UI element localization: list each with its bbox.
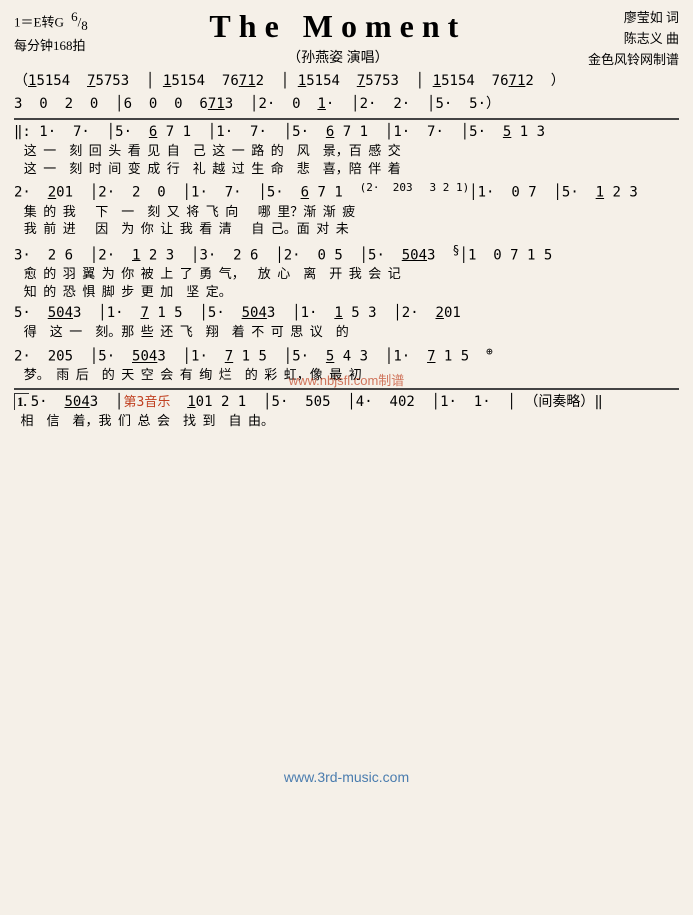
header-section: 1＝E转G 6/8 每分钟168拍 The Moment （孙燕姿 演唱） 廖莹… bbox=[14, 8, 679, 70]
intro-notes: （15154 75753 │ 15154 76712 │ 15154 75753… bbox=[14, 72, 679, 91]
section4-block: 5· 5043 │1· 7 1 5 │5· 5043 │1· 1 5 3 │2·… bbox=[14, 304, 679, 340]
s2-notes: 2· 201 │2· 2 0 │1· 7· │5· 6 7 1 (2· 203 … bbox=[14, 181, 679, 203]
s1-lyrics2: 这 一 刻 时 间 变 成 行 礼 越 过 生 命 悲 喜，陪 伴 着 bbox=[14, 160, 679, 178]
key-time: 1＝E转G 6/8 bbox=[14, 8, 88, 35]
song-title: The Moment bbox=[88, 8, 588, 45]
s3-notes: 3· 2 6 │2· 1 2 3 │3· 2 6 │2· 0 5 │5· 504… bbox=[14, 242, 679, 266]
line2-notes: 3 0 2 0 │6 0 0 6713 │2· 0 1· │2· 2· │5· … bbox=[14, 95, 679, 114]
s3-lyrics2: 知 的 恐 惧 脚 步 更 加 坚 定。 bbox=[14, 283, 679, 301]
s2-lyrics2: 我 前 进 因 为 你 让 我 看 清 自 己。面 对 未 bbox=[14, 220, 679, 238]
s1-lyrics1: 这 一 刻 回 头 看 见 自 己 这 一 路 的 风 景，百 感 交 bbox=[14, 142, 679, 160]
watermark-center: www.nbjsfl.com制谱 bbox=[289, 370, 405, 389]
s5-notes: 2· 205 │5· 5043 │1· 7 1 5 │5· 5 4 3 │1· … bbox=[14, 345, 679, 367]
s2-lyrics1: 集 的 我 下 一 刻 又 将 飞 向 哪 里？渐 渐 疲 bbox=[14, 203, 679, 221]
section2-block: 2· 201 │2· 2 0 │1· 7· │5· 6 7 1 (2· 203 … bbox=[14, 181, 679, 238]
s4-lyrics1: 得 这 一 刻。那 些 还 飞 翔 着 不 可 思 议 的 bbox=[14, 323, 679, 341]
performer-line: （孙燕姿 演唱） bbox=[88, 47, 588, 67]
final-lyrics: 相 信 着，我 们 总 会 找 到 自 由。 bbox=[14, 412, 679, 430]
s1-notes: ‖: 1· 7· │5· 6 7 1 │1· 7· │5· 6 7 1 │1· … bbox=[14, 123, 679, 142]
line2-block: 3 0 2 0 │6 0 0 6713 │2· 0 1· │2· 2· │5· … bbox=[14, 95, 679, 114]
final-notes: 5· 5043 │第3音乐 101 2 1 │5· 505 │4· 402 │1… bbox=[31, 393, 603, 412]
final-block: 1. 5· 5043 │第3音乐 101 2 1 │5· 505 │4· 402… bbox=[14, 393, 679, 429]
header-right: 廖莹如 词 陈志义 曲 金色风铃网制谱 bbox=[588, 8, 679, 70]
s4-notes: 5· 5043 │1· 7 1 5 │5· 5043 │1· 1 5 3 │2·… bbox=[14, 304, 679, 323]
arranger: 金色风铃网制谱 bbox=[588, 50, 679, 71]
header-center: The Moment （孙燕姿 演唱） bbox=[88, 8, 588, 67]
section3-block: 3· 2 6 │2· 1 2 3 │3· 2 6 │2· 0 5 │5· 504… bbox=[14, 242, 679, 301]
tempo: 每分钟168拍 bbox=[14, 37, 88, 55]
s3-lyrics1: 愈 的 羽 翼 为 你 被 上 了 勇 气， 放 心 离 开 我 会 记 bbox=[14, 265, 679, 283]
key-label: 1＝E转G bbox=[14, 14, 64, 29]
section1-block: ‖: 1· 7· │5· 6 7 1 │1· 7· │5· 6 7 1 │1· … bbox=[14, 123, 679, 177]
final-row: 1. 5· 5043 │第3音乐 101 2 1 │5· 505 │4· 402… bbox=[14, 393, 679, 412]
header-left: 1＝E转G 6/8 每分钟168拍 bbox=[14, 8, 88, 55]
lyricist: 廖莹如 词 bbox=[588, 8, 679, 29]
intro-block: （15154 75753 │ 15154 76712 │ 15154 75753… bbox=[14, 72, 679, 91]
repeat-bracket-1: 1. bbox=[14, 393, 29, 410]
composer: 陈志义 曲 bbox=[588, 29, 679, 50]
separator1 bbox=[14, 118, 679, 120]
page: 1＝E转G 6/8 每分钟168拍 The Moment （孙燕姿 演唱） 廖莹… bbox=[0, 0, 693, 915]
watermark-bottom: www.3rd-music.com bbox=[284, 769, 409, 785]
